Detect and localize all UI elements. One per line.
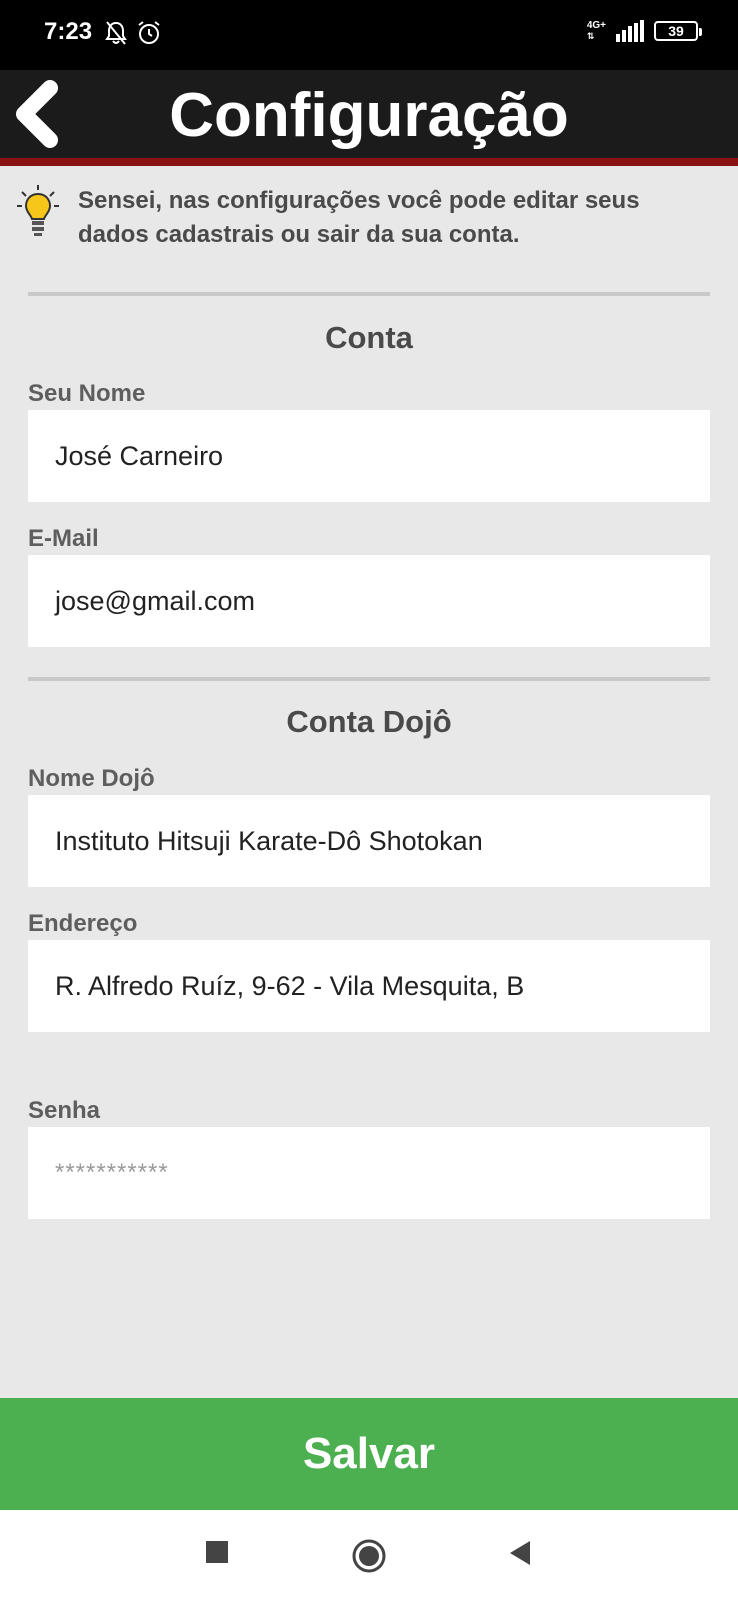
password-placeholder: *********** — [55, 1159, 169, 1186]
battery-level: 39 — [668, 23, 684, 39]
section-title-dojo: Conta Dojô — [286, 704, 452, 739]
home-icon[interactable] — [351, 1538, 387, 1574]
save-button[interactable]: Salvar — [0, 1398, 738, 1510]
section-title-account: Conta — [325, 320, 413, 355]
dojo-name-value: Instituto Hitsuji Karate-Dô Shotokan — [55, 825, 483, 856]
lightbulb-icon — [17, 185, 59, 236]
name-field[interactable]: José Carneiro — [28, 410, 710, 502]
address-value: R. Alfredo Ruíz, 9-62 - Vila Mesquita, B — [55, 970, 525, 1001]
name-label: Seu Nome — [28, 380, 146, 407]
address-label: Endereço — [28, 910, 138, 937]
notifications-off-icon — [105, 21, 127, 45]
header-accent-stripe — [0, 158, 738, 166]
status-time: 7:23 — [44, 18, 93, 45]
dojo-name-label: Nome Dojô — [28, 765, 155, 792]
battery-icon: 39 — [654, 21, 702, 41]
status-icons-right: 4G+ ⇅ 39 — [586, 20, 702, 42]
save-button-label: Salvar — [302, 1429, 436, 1478]
signal-icon — [616, 20, 644, 42]
page-title: Configuração — [169, 81, 569, 150]
password-field[interactable]: *********** — [28, 1127, 710, 1219]
name-value: José Carneiro — [55, 440, 224, 471]
dojo-name-field[interactable]: Instituto Hitsuji Karate-Dô Shotokan — [28, 795, 710, 887]
password-label: Senha — [28, 1097, 101, 1124]
email-field[interactable]: jose@gmail.com — [28, 555, 710, 647]
status-icons-left — [104, 20, 162, 46]
tip-text: Sensei, nas configurações você pode edit… — [78, 187, 640, 248]
chevron-left-icon — [16, 80, 58, 148]
back-button[interactable] — [10, 80, 62, 148]
section-divider — [28, 292, 710, 296]
back-icon[interactable] — [508, 1540, 532, 1566]
email-value: jose@gmail.com — [55, 585, 255, 616]
alarm-icon — [138, 21, 160, 44]
network-type: 4G+ — [586, 20, 606, 31]
address-field[interactable]: R. Alfredo Ruíz, 9-62 - Vila Mesquita, B — [28, 940, 710, 1032]
recent-apps-icon[interactable] — [205, 1540, 229, 1564]
status-bar: 7:23 4G+ ⇅ 39 — [0, 0, 738, 70]
section-divider — [28, 677, 710, 681]
email-label: E-Mail — [28, 525, 99, 552]
tip-banner: Sensei, nas configurações você pode edit… — [16, 184, 716, 252]
